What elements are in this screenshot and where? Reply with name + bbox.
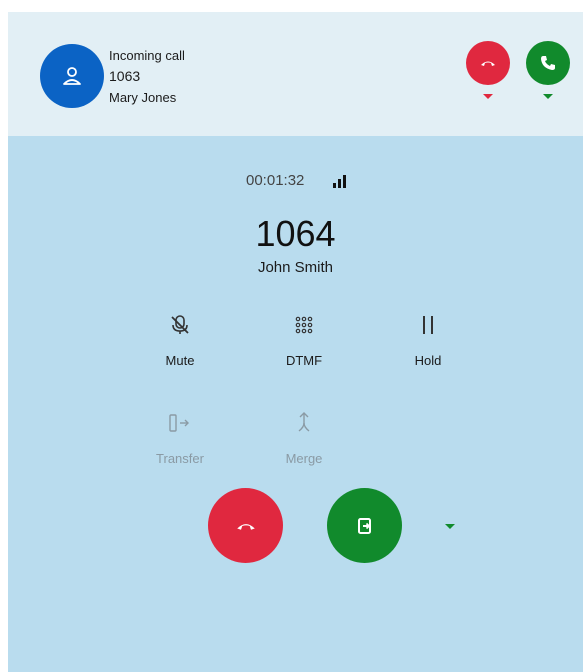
mute-button[interactable]: Mute [130, 305, 230, 368]
hold-button[interactable]: Hold [378, 305, 478, 368]
dtmf-button[interactable]: DTMF [254, 305, 354, 368]
call-panel: Incoming call 1063 Mary Jones 00:01:32 1… [8, 12, 583, 672]
accept-incoming-button[interactable] [526, 41, 570, 85]
call-status-row: 00:01:32 [246, 172, 348, 189]
accept-options-caret-icon[interactable] [543, 94, 553, 99]
decline-incoming-button[interactable] [466, 41, 510, 85]
decline-options-caret-icon[interactable] [483, 94, 493, 99]
merge-button[interactable]: Merge [254, 403, 354, 466]
phone-icon [541, 56, 555, 70]
merge-label: Merge [285, 451, 323, 466]
active-call-number: 1064 [255, 213, 336, 254]
hold-label: Hold [414, 353, 442, 368]
microphone-off-icon [171, 315, 189, 334]
call-options-caret-icon[interactable] [445, 524, 455, 529]
user-icon [63, 67, 81, 85]
dtmf-label: DTMF [285, 353, 323, 368]
call-transfer-icon [357, 517, 371, 534]
pause-icon [423, 316, 433, 334]
incoming-call-title: Incoming call [109, 48, 185, 63]
merge-icon [298, 412, 310, 432]
transfer-button[interactable]: Transfer [130, 403, 230, 466]
dialpad-icon [295, 316, 313, 334]
incoming-caller-number: 1063 [109, 68, 141, 84]
incoming-call-bar: Incoming call 1063 Mary Jones [8, 12, 583, 136]
phone-hangup-icon [481, 61, 495, 66]
transfer-icon [169, 414, 189, 432]
caller-avatar [40, 44, 104, 108]
mute-label: Mute [165, 353, 195, 368]
call-timer: 00:01:32 [246, 172, 305, 189]
active-call-name: John Smith [257, 259, 334, 276]
incoming-caller-name: Mary Jones [109, 90, 177, 105]
incoming-caller-info: Incoming call 1063 Mary Jones [109, 45, 185, 108]
transfer-label: Transfer [156, 451, 204, 466]
phone-hangup-icon [236, 523, 255, 530]
transfer-call-button[interactable] [327, 488, 402, 563]
signal-bars-icon [333, 174, 347, 188]
hangup-button[interactable] [208, 488, 283, 563]
